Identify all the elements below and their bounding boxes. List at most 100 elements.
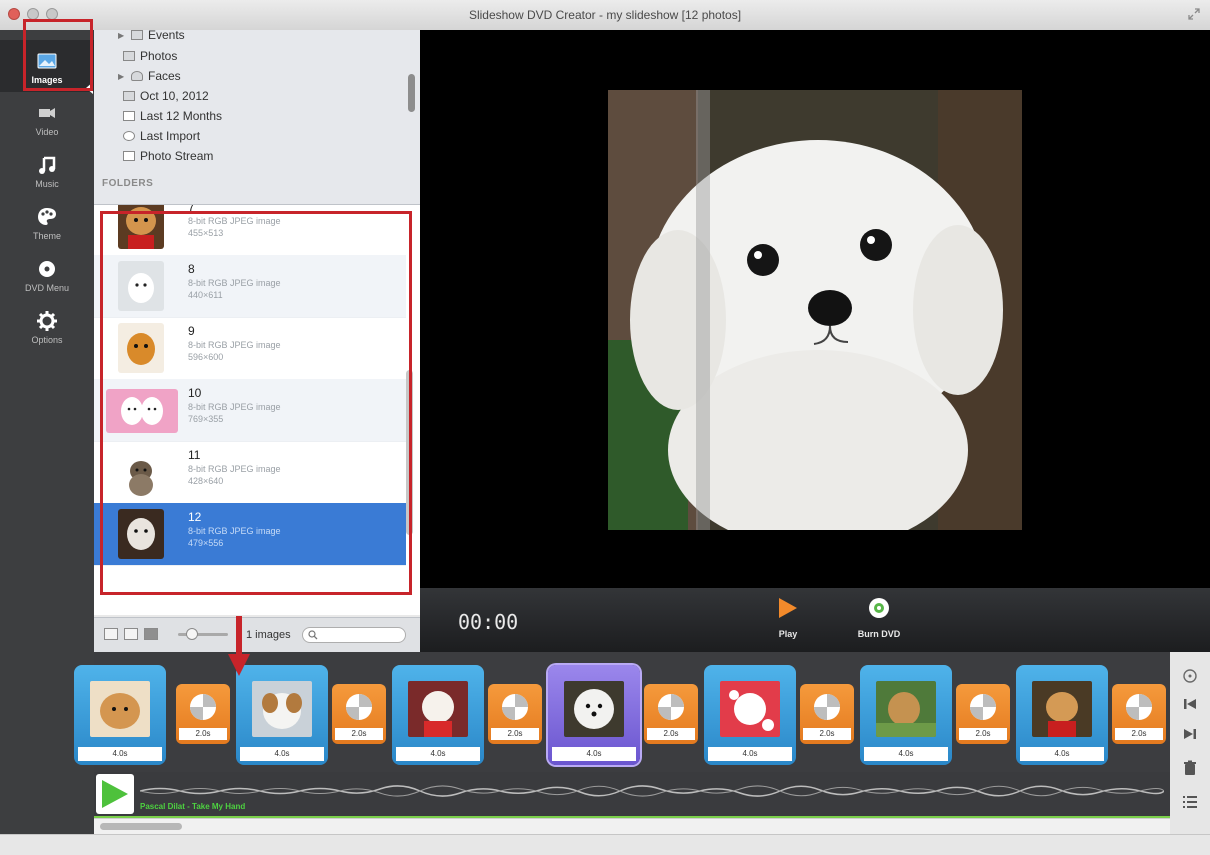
timeline-scrollbar[interactable] [94,818,1170,835]
list-view-button[interactable] [124,628,138,640]
image-kind: 8-bit RGB JPEG image [188,464,281,474]
image-name: 8 [188,262,195,276]
transition-duration: 2.0s [803,728,851,740]
source-list-scrollbar[interactable] [408,74,415,112]
photos-icon [123,51,135,61]
clip-thumbnail [876,681,936,737]
image-list-item-selected[interactable]: 12 8-bit RGB JPEG image 479×556 [94,503,406,566]
timeline-transition[interactable]: 2.0s [332,684,386,744]
burn-dvd-button[interactable]: Burn DVD [844,596,914,646]
timeline-transition[interactable]: 2.0s [800,684,854,744]
video-camera-icon [39,108,55,118]
grid-view-button[interactable] [104,628,118,640]
transition-icon [1126,694,1152,720]
source-item-oct-10-2012[interactable]: Oct 10, 2012 [123,87,209,105]
burn-disc-icon [869,598,889,618]
image-thumbnail [106,389,178,433]
burn-dvd-label: Burn DVD [857,629,901,639]
timeline-transition[interactable]: 2.0s [1112,684,1166,744]
image-thumbnail [118,323,164,373]
image-name: 12 [188,510,202,524]
nav-item-options[interactable]: Options [0,300,94,352]
timeline-clip[interactable]: 4.0s [1016,665,1108,765]
music-play-button[interactable] [96,774,134,814]
nav-label: Options [31,335,63,345]
timeline-transition[interactable]: 2.0s [644,684,698,744]
source-item-photos[interactable]: Photos [123,47,177,65]
image-list-item[interactable]: 9 8-bit RGB JPEG image 596×600 [94,317,406,380]
disclosure-triangle-icon[interactable]: ▶ [118,72,126,81]
source-item-events[interactable]: ▶ Events [118,26,185,44]
timeline-clip[interactable]: 4.0s [236,665,328,765]
image-list-toolbar: 1 images [94,617,420,654]
music-note-icon [39,156,56,174]
play-icon [779,598,797,618]
image-name: 9 [188,324,195,338]
transition-duration: 2.0s [491,728,539,740]
nav-item-video[interactable]: Video [0,92,94,144]
nav-item-music[interactable]: Music [0,144,94,196]
rotate-icon[interactable] [1182,668,1198,684]
timeline-transition[interactable]: 2.0s [488,684,542,744]
image-dimensions: 479×556 [188,538,224,548]
skip-back-icon[interactable] [1182,696,1198,712]
audio-waveform [140,785,1164,797]
source-item-last-import[interactable]: Last Import [123,127,200,145]
transition-duration: 2.0s [179,728,227,740]
timeline-transition[interactable]: 2.0s [956,684,1010,744]
nav-item-dvd-menu[interactable]: DVD Menu [0,248,94,300]
disc-icon [39,261,55,277]
source-item-last-12-months[interactable]: Last 12 Months [123,107,222,125]
play-button[interactable]: Play [758,596,818,646]
clip-duration: 4.0s [1020,747,1104,761]
image-list-scrollbar[interactable] [406,370,413,535]
thumbnail-size-slider-knob[interactable] [186,628,198,640]
list-icon[interactable] [1182,794,1198,810]
timeline-clip[interactable]: 4.0s [860,665,952,765]
timeline-clip[interactable]: 4.0s [392,665,484,765]
skip-forward-icon[interactable] [1182,726,1198,742]
transition-icon [814,694,840,720]
image-list-item[interactable]: 7 8-bit RGB JPEG image 455×513 [94,205,406,256]
gear-icon [37,311,57,331]
fullscreen-icon[interactable] [1188,8,1200,20]
nav-item-theme[interactable]: Theme [0,196,94,248]
timeline-clip[interactable]: 4.0s [704,665,796,765]
image-dimensions: 769×355 [188,414,224,424]
image-kind: 8-bit RGB JPEG image [188,278,281,288]
calendar-icon [123,111,135,121]
image-dimensions: 428×640 [188,476,224,486]
search-field[interactable] [302,627,406,643]
source-label: Last Import [140,129,201,143]
timeline-clip[interactable]: 4.0s [74,665,166,765]
image-list-item[interactable]: 11 8-bit RGB JPEG image 428×640 [94,441,406,504]
image-kind: 8-bit RGB JPEG image [188,216,281,226]
nav-item-images[interactable]: Images [0,40,94,92]
preview-photo [608,90,1022,530]
clip-thumbnail [90,681,150,737]
image-thumbnail [118,509,164,559]
image-kind: 8-bit RGB JPEG image [188,526,281,536]
timeline-transition[interactable]: 2.0s [176,684,230,744]
events-icon [131,30,143,40]
playback-bar: 00:00 Play Burn DVD [420,588,1210,652]
clip-duration: 4.0s [708,747,792,761]
detail-view-button[interactable] [144,628,158,640]
drag-down-arrow [228,616,250,676]
disclosure-triangle-icon[interactable]: ▶ [118,31,126,40]
trash-icon[interactable] [1182,760,1198,776]
transition-duration: 2.0s [959,728,1007,740]
image-name: 7 [188,205,195,214]
image-list-item[interactable]: 8 8-bit RGB JPEG image 440×611 [94,255,406,318]
source-item-photo-stream[interactable]: Photo Stream [123,147,213,165]
music-track-title: Pascal Dilat - Take My Hand [140,802,246,811]
image-name: 10 [188,386,202,400]
timeline-scrollbar-thumb[interactable] [100,823,182,830]
timeline-clip-selected[interactable]: 4.0s [548,665,640,765]
source-item-faces[interactable]: ▶ Faces [118,67,181,85]
transition-icon [970,694,996,720]
storyboard-timeline: 4.0s 2.0s 4.0s 2.0s 4.0s 2.0s 4.0s 2.0s … [74,652,1170,772]
source-label: Photos [140,49,178,63]
image-list-item[interactable]: 10 8-bit RGB JPEG image 769×355 [94,379,406,442]
image-icon [37,53,57,69]
